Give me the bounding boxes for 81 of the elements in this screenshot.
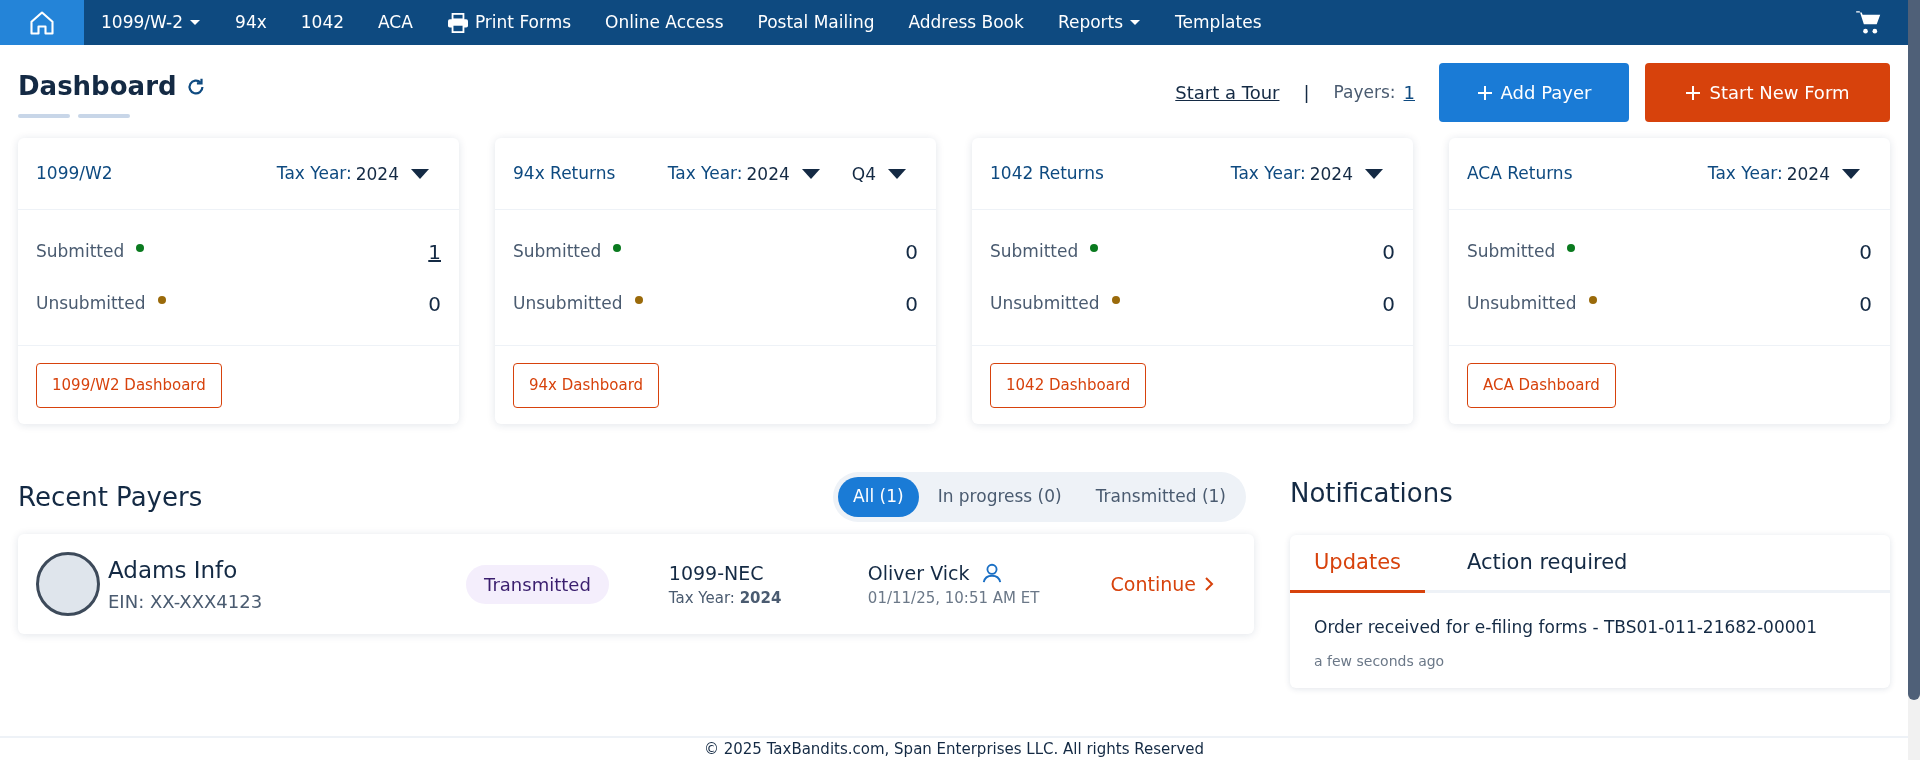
count: 0 [428,290,441,318]
nav-item[interactable]: 94x [218,0,284,45]
page-title: Dashboard [18,70,177,103]
notification-time: a few seconds ago [1314,651,1446,671]
payers-label: Payers: [1333,80,1396,104]
payer-name: Adams Info [108,556,239,586]
card-title: ACA Returns [1467,161,1573,185]
nav-item[interactable]: Online Access [588,0,741,45]
dropdown[interactable]: Tax Year: 2024 [276,160,429,187]
caret-icon [1842,168,1860,179]
nav-item[interactable]: Templates [1158,0,1279,45]
start-tour-link[interactable]: Start a Tour [1175,79,1280,106]
status-badge: Transmitted [466,564,609,604]
nav-item[interactable]: 1042 [283,0,362,45]
caret-icon [888,168,906,179]
avatar [36,552,100,616]
dashboard-button[interactable]: 94x Dashboard [513,362,660,408]
section-title: Recent Payers [18,480,203,514]
payer-row[interactable]: Adams Info EIN: XX-XXX4123 Transmitted 1099-NEC Tax Year: 2024 Oliver Vick 01/11/25, 10:51 AM ET Continue [18,534,1254,634]
section-title: Notifications [1290,477,1454,510]
tax-year-text: Tax Year: 2024 [668,588,783,609]
caret-icon [1365,168,1383,179]
chevron-right-icon [1204,577,1214,591]
dashboard-button[interactable]: 1042 Dashboard [990,362,1147,408]
timestamp: 01/11/25, 10:51 AM ET [867,588,1041,609]
add-payer-button[interactable]: Add Payer [1439,63,1629,122]
start-new-form-button[interactable]: Start New Form [1645,63,1890,122]
dashboard-button[interactable]: ACA Dashboard [1467,362,1616,408]
count: 0 [1859,238,1872,266]
home-nav-item[interactable] [0,0,84,45]
filter-tab[interactable]: All (1) [838,477,919,517]
count: 0 [905,238,918,266]
count-link[interactable]: 1 [428,236,441,267]
nav-item[interactable]: Address Book [891,0,1041,45]
dashboard-button[interactable]: 1099/W2 Dashboard [36,362,222,408]
printer-icon [446,12,469,33]
loading-bar [18,114,70,118]
filter-tab[interactable]: Transmitted (1) [1080,477,1241,517]
filter-tab[interactable]: In progress (0) [922,477,1077,517]
nav-item[interactable]: Reports [1040,0,1159,45]
card-title: 1042 Returns [990,161,1104,185]
notification-tab[interactable]: Updates [1290,535,1425,593]
dropdown[interactable]: Tax Year: 2024 [1707,160,1860,187]
card-title: 1099/W2 [36,161,113,185]
user-icon [981,561,1004,584]
count: 0 [905,290,918,318]
separator: | [1302,81,1311,105]
plus-icon [1685,84,1702,101]
count: 0 [1382,238,1395,266]
caret-icon [411,168,429,179]
ein-text: EIN: XX-XXX4123 [108,589,264,614]
count: 0 [1859,290,1872,318]
card-title: 94x Returns [513,161,616,185]
dropdown[interactable]: Tax Year: 2024 [667,160,820,187]
user-name: Oliver Vick [867,560,970,586]
plus-icon [1476,84,1493,101]
continue-link[interactable]: Continue [1110,569,1214,599]
nav-item[interactable]: ACA [361,0,430,45]
nav-item[interactable]: Print Forms [429,0,589,45]
status-label: Unsubmitted [990,291,1100,315]
status-label: Unsubmitted [513,291,623,315]
notification-tab[interactable]: Action required [1425,535,1670,593]
count: 0 [1382,290,1395,318]
payers-count-link[interactable]: 1 [1403,79,1415,106]
caret-icon [1129,18,1142,27]
status-label: Submitted [513,239,602,263]
status-label: Unsubmitted [36,291,146,315]
status-label: Submitted [1467,239,1556,263]
copyright-text: © 2025 TaxBandits.com, Span Enterprises LLC. All rights Reserved [703,740,1205,758]
loading-bar [78,114,130,118]
nav-item[interactable]: 1099/W-2 [84,0,219,45]
status-label: Submitted [36,239,125,263]
notification-text: Order received for e-filing forms - TBS01-011-21682-00001 [1314,616,1819,639]
caret-icon [189,18,202,27]
form-type: 1099-NEC [668,560,765,586]
status-label: Unsubmitted [1467,291,1577,315]
caret-icon [801,168,820,179]
nav-item[interactable]: Postal Mailing [740,0,892,45]
dropdown[interactable]: Tax Year: 2024 [1230,160,1383,187]
status-label: Submitted [990,239,1079,263]
dropdown[interactable]: Q4 [851,161,906,186]
